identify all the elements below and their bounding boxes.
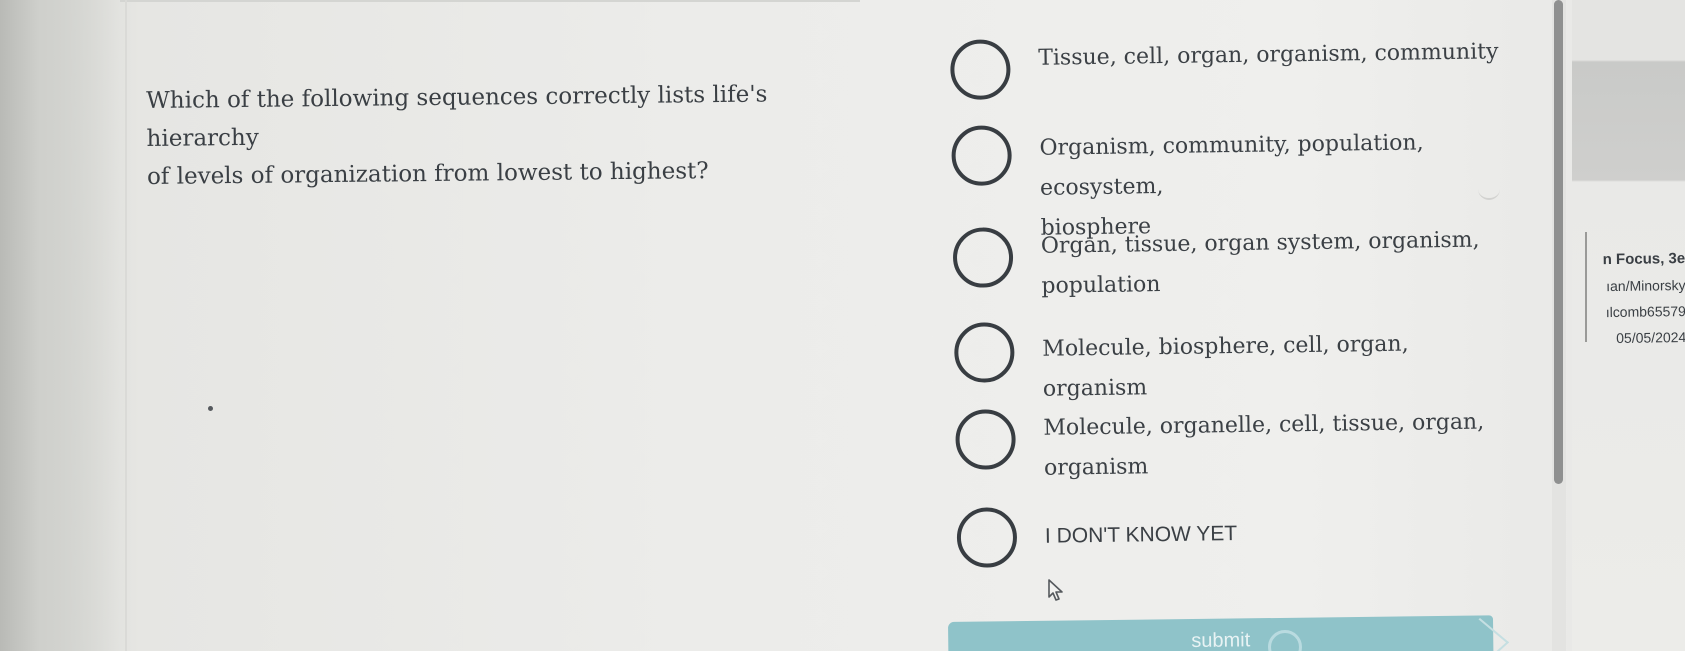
option-5[interactable]: Molecule, organelle, cell, tissue, organ…: [955, 402, 1516, 490]
course-title: n Focus, 3e: [1602, 249, 1685, 269]
submit-button[interactable]: submit: [948, 615, 1494, 651]
question-line-1: Which of the following sequences correct…: [146, 81, 768, 152]
question-line-2: of levels of organization from lowest to…: [146, 158, 709, 190]
mouse-pointer-icon: [1048, 579, 1063, 601]
sidebar-divider: [1585, 232, 1587, 342]
option-5-label: Molecule, organelle, cell, tissue, organ…: [1043, 409, 1485, 481]
course-authors: ıan/Minorsky: [1606, 276, 1685, 295]
radio-unselected-icon[interactable]: [956, 507, 1018, 568]
radio-unselected-icon[interactable]: [950, 39, 1011, 100]
course-info: n Focus, 3e ıan/Minorsky ılcomb65579 05/…: [1590, 246, 1685, 351]
option-1-label: Tissue, cell, organ, organism, community: [1038, 39, 1499, 71]
screen-speck: [208, 406, 213, 411]
radio-unselected-icon[interactable]: [952, 227, 1014, 288]
submit-label: submit: [1191, 629, 1251, 651]
scrollbar-thumb[interactable]: [1554, 0, 1563, 484]
radio-unselected-icon[interactable]: [951, 125, 1013, 186]
option-4[interactable]: Molecule, biosphere, cell, organ, organi…: [953, 315, 1515, 411]
option-4-label: Molecule, biosphere, cell, organ, organi…: [1042, 331, 1409, 402]
question-text: Which of the following sequences correct…: [146, 75, 847, 196]
radio-unselected-icon[interactable]: [955, 409, 1016, 470]
user-id: ılcomb65579: [1605, 302, 1685, 321]
option-3-label: Organ, tissue, organ system, organism, p…: [1040, 227, 1480, 299]
option-6[interactable]: I DON'T KNOW YET: [956, 500, 1518, 568]
option-6-label: I DON'T KNOW YET: [1044, 522, 1238, 548]
screen-bezel: [0, 0, 120, 651]
option-3[interactable]: Organ, tissue, organ system, organism, p…: [952, 220, 1514, 308]
course-date: 05/05/2024: [1616, 328, 1685, 346]
radio-unselected-icon[interactable]: [953, 322, 1015, 383]
option-1[interactable]: Tissue, cell, organ, organism, community: [950, 32, 1511, 100]
